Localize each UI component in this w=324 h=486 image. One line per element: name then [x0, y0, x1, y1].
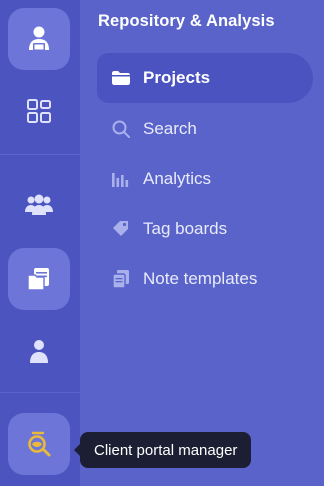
- nav-item-label: Tag boards: [143, 219, 228, 238]
- search-icon: [111, 119, 131, 139]
- repository-panel: Repository & Analysis Projects Search An…: [80, 0, 324, 486]
- nav-item-tag-boards[interactable]: Tag boards: [97, 204, 313, 254]
- nav-item-analytics[interactable]: Analytics: [97, 154, 313, 204]
- rail-divider: [0, 154, 80, 155]
- rail-button-client-portal[interactable]: [8, 413, 70, 475]
- rail-button-team[interactable]: [8, 174, 70, 236]
- panel-title: Repository & Analysis: [98, 12, 275, 30]
- icon-rail: [0, 0, 80, 486]
- rail-button-dashboard[interactable]: [8, 80, 70, 142]
- nav-item-projects[interactable]: Projects: [97, 53, 313, 103]
- nav-item-label: Search: [143, 119, 197, 138]
- folder-icon: [111, 68, 131, 88]
- rail-button-person[interactable]: [8, 320, 70, 382]
- client-portal-icon: [28, 431, 51, 457]
- nav-item-note-templates[interactable]: Note templates: [97, 254, 313, 304]
- tag-icon: [111, 219, 131, 239]
- documents-icon: [27, 268, 49, 291]
- bar-chart-icon: [111, 169, 131, 189]
- notes-icon: [111, 269, 131, 289]
- nav-item-label: Projects: [143, 68, 211, 87]
- person-icon: [30, 340, 48, 363]
- nav-item-label: Analytics: [143, 169, 212, 188]
- nav-item-label: Note templates: [143, 269, 258, 288]
- nav-item-search[interactable]: Search: [97, 104, 313, 154]
- user-laptop-icon: [29, 26, 49, 51]
- team-icon: [25, 194, 53, 215]
- grid-icon: [27, 99, 51, 123]
- rail-divider: [0, 392, 80, 393]
- tooltip: Client portal manager: [73, 432, 252, 468]
- rail-button-profile[interactable]: [8, 8, 70, 70]
- rail-button-documents[interactable]: [8, 248, 70, 310]
